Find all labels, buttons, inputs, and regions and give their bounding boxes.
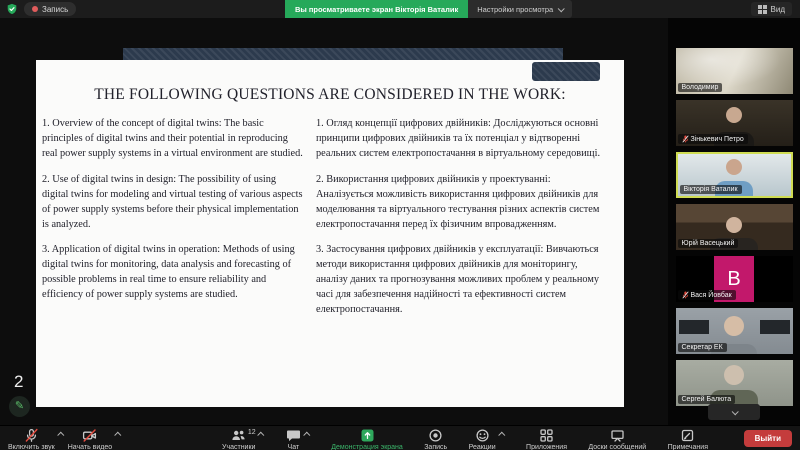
participants-sidebar: Володимир Зінькевич Петро Вікторія Ватал…	[668, 18, 800, 425]
ukrainian-paragraph-1: 1. Огляд концепції цифрових двійників: Д…	[316, 118, 601, 159]
share-screen-button[interactable]: Демонстрация экрана	[331, 426, 403, 450]
participant-name: Юрій Васецький	[681, 240, 735, 247]
participant-tile[interactable]: Володимир	[675, 48, 793, 94]
whiteboards-label: Доски сообщений	[588, 444, 647, 450]
recording-label: Запись	[42, 4, 69, 14]
share-screen-label: Демонстрация экрана	[331, 444, 403, 450]
start-video-button[interactable]: Начать видео	[68, 426, 112, 450]
share-screen-icon	[361, 429, 374, 442]
unmute-label: Включить звук	[8, 444, 55, 450]
participant-tile[interactable]: Сергей Балюта	[675, 360, 793, 406]
grid-view-icon	[757, 4, 767, 14]
record-icon	[429, 429, 442, 442]
notes-icon	[682, 429, 694, 442]
english-paragraph-3: 3. Application of digital twins in opera…	[42, 244, 295, 301]
view-layout-button[interactable]: Вид	[750, 2, 792, 16]
apps-label: Приложения	[526, 444, 567, 450]
whiteboard-icon	[611, 430, 624, 442]
ukrainian-paragraph-3: 3. Застосування цифрових двійників у екс…	[316, 244, 599, 316]
participant-tile[interactable]: Зінькевич Петро	[675, 100, 793, 146]
participant-name: Зінькевич Петро	[690, 135, 744, 143]
record-button[interactable]: Запись	[424, 426, 447, 450]
presentation-slide: THE FOLLOWING QUESTIONS ARE CONSIDERED I…	[36, 60, 624, 407]
leave-meeting-button[interactable]: Выйти	[743, 430, 792, 447]
annotate-button[interactable]: ✎	[9, 396, 30, 417]
slide-ukrainian-column: 1. Огляд концепції цифрових двійників: Д…	[316, 117, 604, 329]
view-label: Вид	[770, 4, 785, 14]
avatar-letter: B	[727, 267, 741, 290]
slide-title: THE FOLLOWING QUESTIONS ARE CONSIDERED I…	[94, 86, 566, 103]
participant-name: Володимир	[681, 84, 719, 91]
participants-icon	[232, 430, 245, 440]
zoom-meeting-window: Запись Вы просматриваете экран Вікторія …	[0, 0, 800, 450]
video-options-chevron-icon[interactable]	[114, 431, 122, 439]
unmute-button[interactable]: Включить звук	[8, 426, 55, 450]
participant-tile[interactable]: B Вася Йовбак	[675, 256, 793, 302]
chevron-down-icon	[557, 4, 565, 12]
notes-button[interactable]: Примечания	[668, 426, 708, 450]
recording-indicator[interactable]: Запись	[24, 2, 77, 16]
recording-dot-icon	[32, 6, 38, 12]
participant-name: Сергей Балюта	[681, 396, 732, 403]
camera-off-icon	[83, 429, 97, 442]
participant-tile[interactable]: Секретар ЕК	[675, 308, 793, 354]
participants-options-chevron-icon[interactable]	[257, 431, 265, 439]
participant-name: Вікторія Ваталик	[683, 186, 738, 193]
view-options-label: Настройки просмотра	[477, 4, 554, 14]
reactions-button[interactable]: Реакции	[469, 426, 496, 450]
shared-screen-area: THE FOLLOWING QUESTIONS ARE CONSIDERED I…	[0, 18, 668, 425]
apps-grid-icon	[540, 429, 553, 442]
meeting-top-bar: Запись Вы просматриваете экран Вікторія …	[0, 0, 800, 18]
participants-label: Участники	[222, 444, 256, 450]
participant-tile-active-speaker[interactable]: Вікторія Ваталик	[675, 152, 793, 198]
chevron-down-icon	[731, 407, 739, 415]
reactions-options-chevron-icon[interactable]	[497, 431, 505, 439]
slide-english-column: 1. Overview of the concept of digital tw…	[42, 117, 304, 329]
participant-name: Секретар ЕК	[681, 344, 723, 351]
meeting-toolbar: Включить звук Начать видео 12 Участники …	[0, 425, 800, 450]
english-paragraph-2: 2. Use of digital twins in design: The p…	[42, 173, 303, 230]
annotate-pencil-icon: ✎	[14, 400, 25, 412]
chat-label: Чат	[287, 444, 300, 450]
slide-page-number: 2	[14, 372, 24, 391]
slide-overlay-tab	[532, 62, 600, 81]
leave-label: Выйти	[754, 434, 781, 443]
mic-muted-icon	[681, 135, 689, 143]
smiley-icon	[476, 429, 489, 442]
participant-tile[interactable]: Юрій Васецький	[675, 204, 793, 250]
mic-muted-icon	[681, 291, 689, 299]
reactions-label: Реакции	[468, 444, 496, 450]
english-paragraph-1: 1. Overview of the concept of digital tw…	[42, 118, 303, 159]
chat-bubble-icon	[286, 430, 300, 442]
participant-name: Вася Йовбак	[690, 291, 732, 299]
start-video-label: Начать видео	[67, 444, 113, 450]
mic-options-chevron-icon[interactable]	[56, 431, 65, 439]
participants-button[interactable]: 12 Участники	[222, 426, 256, 450]
view-options-button[interactable]: Настройки просмотра	[468, 0, 573, 18]
record-label: Запись	[424, 444, 448, 450]
security-shield-icon[interactable]	[6, 3, 18, 15]
participants-count-badge: 12	[247, 429, 256, 436]
ukrainian-paragraph-2: 2. Використання цифрових двійників у про…	[316, 173, 600, 230]
chat-button[interactable]: Чат	[286, 426, 301, 450]
whiteboards-button[interactable]: Доски сообщений	[588, 426, 646, 450]
viewing-screen-banner: Вы просматриваете экран Вікторія Ваталик	[285, 0, 469, 18]
participants-scroll-down-button[interactable]	[708, 404, 760, 420]
notes-label: Примечания	[667, 444, 708, 450]
mic-muted-icon	[25, 428, 38, 442]
apps-button[interactable]: Приложения	[526, 426, 567, 450]
chat-options-chevron-icon[interactable]	[303, 431, 311, 439]
